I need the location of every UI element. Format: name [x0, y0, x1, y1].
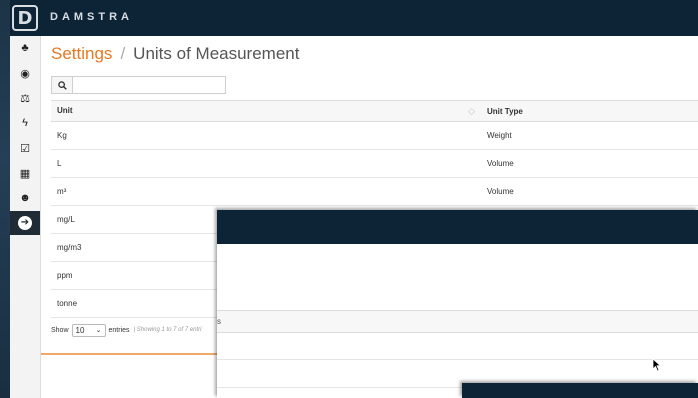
users-icon: ☻: [19, 192, 31, 204]
mouse-cursor-icon: [652, 358, 662, 372]
cell-unit-type: Volume: [481, 177, 698, 206]
overlapping-window-header: [217, 210, 698, 244]
breadcrumb-separator: /: [120, 44, 126, 63]
sidebar: ♣ ◉ ⚖ ϟ ☑ ▦ ☻ ➔: [10, 36, 41, 398]
show-label: Show: [51, 326, 69, 334]
damstra-logo[interactable]: D: [12, 5, 38, 31]
sidebar-item-building[interactable]: ▦: [10, 161, 40, 185]
info-text: Showing 1 to 7 of 7 entri: [136, 327, 202, 333]
sidebar-item-balance-scale[interactable]: ⚖: [10, 86, 40, 110]
cell-unit: Kg: [51, 121, 481, 150]
column-header-unit-type-label: Unit Type: [487, 106, 523, 116]
table-row[interactable]: L Volume: [51, 149, 698, 178]
overlapping-window-table-header: s: [217, 310, 698, 333]
building-icon: ▦: [19, 167, 31, 180]
cell-unit-type: Weight: [481, 121, 698, 150]
entries-label: entries: [108, 326, 130, 334]
accent-divider: [41, 353, 221, 355]
cell-unit-type: Volume: [481, 149, 698, 178]
search-icon: [57, 80, 67, 90]
brand-name: DAMSTRA: [50, 11, 133, 23]
search-input[interactable]: [73, 77, 225, 93]
second-overlapping-window[interactable]: [462, 383, 698, 398]
breadcrumb-current: Units of Measurement: [133, 44, 300, 63]
overlapping-window[interactable]: s: [217, 210, 698, 398]
dashboard-icon: ◉: [20, 67, 30, 80]
table-row[interactable]: m³ Volume: [51, 177, 698, 206]
table-header-row: Unit ◇ Unit Type: [51, 100, 698, 122]
column-header-unit-label: Unit: [57, 105, 73, 115]
chevron-down-icon: ⌄: [95, 327, 102, 334]
table-footer: Show 10 ⌄ entries | Showing 1 to 7 of 7 …: [51, 317, 231, 343]
page-length-select[interactable]: 10 ⌄: [71, 323, 106, 337]
arrow-circle-right-icon: ➔: [18, 216, 32, 230]
sidebar-item-arrow-circle-right[interactable]: ➔: [10, 211, 40, 235]
check-square-icon: ☑: [20, 142, 30, 155]
desktop-backdrop: [0, 0, 10, 398]
balance-scale-icon: ⚖: [20, 92, 30, 105]
page-title: Settings / Units of Measurement: [51, 44, 299, 64]
page-length-value: 10: [75, 325, 85, 335]
info-separator: |: [133, 327, 136, 333]
sort-icon[interactable]: ◇: [468, 106, 475, 117]
table-info: | Showing 1 to 7 of 7 entri: [134, 327, 202, 333]
column-header-unit-type[interactable]: Unit Type: [481, 100, 698, 122]
top-navbar: D DAMSTRA: [10, 0, 698, 36]
sidebar-item-dashboard[interactable]: ◉: [10, 61, 40, 85]
breadcrumb-settings-link[interactable]: Settings: [51, 44, 112, 63]
sidebar-item-sitemap[interactable]: ♣: [10, 36, 40, 60]
bolt-icon: ϟ: [22, 117, 28, 129]
row-divider: [217, 359, 698, 360]
column-header-unit[interactable]: Unit ◇: [51, 100, 481, 122]
sidebar-item-users[interactable]: ☻: [10, 186, 40, 210]
sitemap-icon: ♣: [21, 42, 29, 54]
overlapping-header-fragment: s: [217, 317, 221, 326]
cell-unit: L: [51, 149, 481, 178]
search-button[interactable]: [52, 77, 73, 93]
cell-unit: m³: [51, 177, 481, 206]
search-box: [51, 76, 226, 94]
sidebar-item-check-square[interactable]: ☑: [10, 136, 40, 160]
sidebar-item-bolt[interactable]: ϟ: [10, 111, 40, 135]
table-row[interactable]: Kg Weight: [51, 121, 698, 150]
